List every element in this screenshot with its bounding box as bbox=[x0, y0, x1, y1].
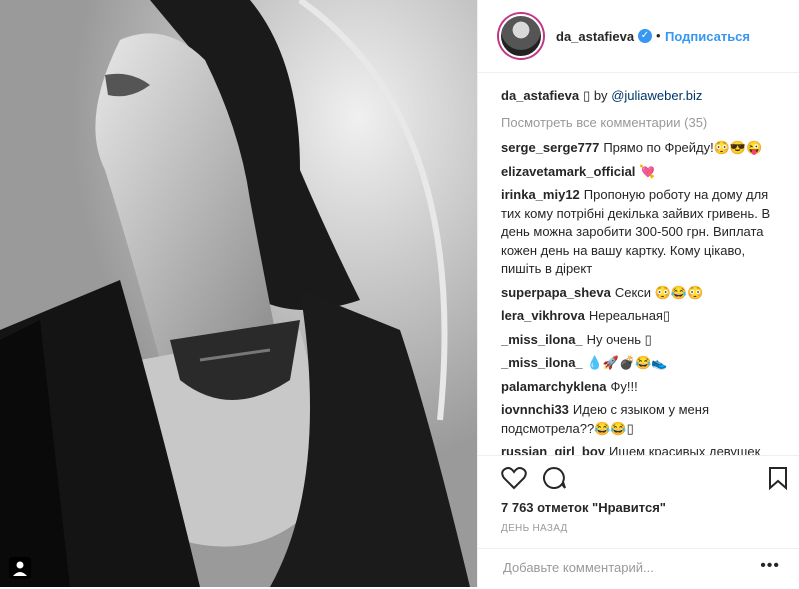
comment-icon[interactable] bbox=[541, 466, 567, 493]
comment-item: superpapa_sheva Секси 😳😂😳 bbox=[501, 284, 787, 303]
avatar[interactable] bbox=[499, 14, 543, 58]
comment-username[interactable]: irinka_miy12 bbox=[501, 187, 580, 202]
caption-text: ▯ by bbox=[583, 88, 608, 103]
caption-username[interactable]: da_astafieva bbox=[501, 88, 579, 103]
comment-text: Нереальная▯ bbox=[588, 308, 671, 323]
comment-text: Фу!!! bbox=[610, 378, 638, 394]
comment-username[interactable]: lera_vikhrova bbox=[501, 308, 585, 323]
more-options-icon[interactable]: ••• bbox=[760, 557, 780, 575]
photo-image bbox=[0, 0, 477, 587]
post-header: da_astafieva ✓ • Подписаться bbox=[478, 0, 799, 73]
bookmark-icon[interactable] bbox=[768, 466, 788, 493]
comment-item: palamarchyklena Фу!!! bbox=[501, 378, 787, 397]
comment-item: _miss_ilona_ Ну очень ▯ bbox=[501, 331, 787, 350]
post-sidebar: da_astafieva ✓ • Подписаться da_astafiev… bbox=[477, 0, 799, 587]
tag-icon[interactable] bbox=[9, 557, 31, 579]
heart-icon[interactable] bbox=[501, 466, 527, 493]
post-actions: 7 763 отметок "Нравится" ДЕНЬ НАЗАД ••• bbox=[478, 455, 799, 588]
comment-item: irinka_miy12 Пропоную роботу на дому для … bbox=[501, 186, 787, 279]
caption: da_astafieva ▯ by @juliaweber.biz bbox=[501, 87, 787, 106]
header-username[interactable]: da_astafieva bbox=[556, 29, 634, 44]
comment-username[interactable]: _miss_ilona_ bbox=[501, 332, 583, 347]
post-time[interactable]: ДЕНЬ НАЗАД bbox=[501, 523, 568, 534]
add-comment-bar: ••• bbox=[478, 548, 799, 589]
follow-button[interactable]: Подписаться bbox=[665, 29, 750, 44]
post-photo[interactable] bbox=[0, 0, 477, 587]
comment-username[interactable]: elizavetamark_official bbox=[501, 164, 635, 179]
comment-text: 💘 bbox=[639, 163, 656, 179]
comment-username[interactable]: iovnnchi33 bbox=[501, 402, 569, 417]
comment-item: serge_serge777 Прямо по Фрейду!😳😎😜 bbox=[501, 139, 787, 158]
caption-mention-link[interactable]: @juliaweber.biz bbox=[611, 88, 702, 103]
separator-dot: • bbox=[656, 28, 661, 43]
comment-username[interactable]: russian_girl_boy bbox=[501, 444, 605, 455]
comment-item: elizavetamark_official 💘 bbox=[501, 163, 787, 182]
comment-username[interactable]: serge_serge777 bbox=[501, 140, 599, 155]
comment-item: iovnnchi33 Идею с языком у меня подсмотре… bbox=[501, 401, 787, 438]
comment-text: Ну очень ▯ bbox=[586, 331, 652, 347]
comments-list[interactable]: da_astafieva ▯ by @juliaweber.biz Посмотр… bbox=[501, 87, 787, 455]
verified-badge-icon: ✓ bbox=[638, 29, 652, 43]
comment-username[interactable]: superpapa_sheva bbox=[501, 285, 611, 300]
comment-username[interactable]: palamarchyklena bbox=[501, 379, 607, 394]
view-all-comments-link[interactable]: Посмотреть все комментарии (35) bbox=[501, 114, 787, 133]
comment-item: russian_girl_boy Ищем красивых девушек bbox=[501, 443, 787, 455]
comment-item: lera_vikhrova Нереальная▯ bbox=[501, 307, 787, 326]
likes-count[interactable]: 7 763 отметок "Нравится" bbox=[501, 500, 666, 515]
comment-text: 💧🚀💣😂👟 bbox=[586, 355, 668, 370]
comment-item: _miss_ilona_ 💧🚀💣😂👟 bbox=[501, 354, 787, 373]
comment-text: Ищем красивых девушек bbox=[609, 444, 761, 455]
comment-text: Секси 😳😂😳 bbox=[614, 284, 704, 300]
comment-username[interactable]: _miss_ilona_ bbox=[501, 355, 583, 370]
comment-text: Прямо по Фрейду!😳😎😜 bbox=[603, 140, 763, 155]
add-comment-input[interactable] bbox=[501, 559, 755, 576]
